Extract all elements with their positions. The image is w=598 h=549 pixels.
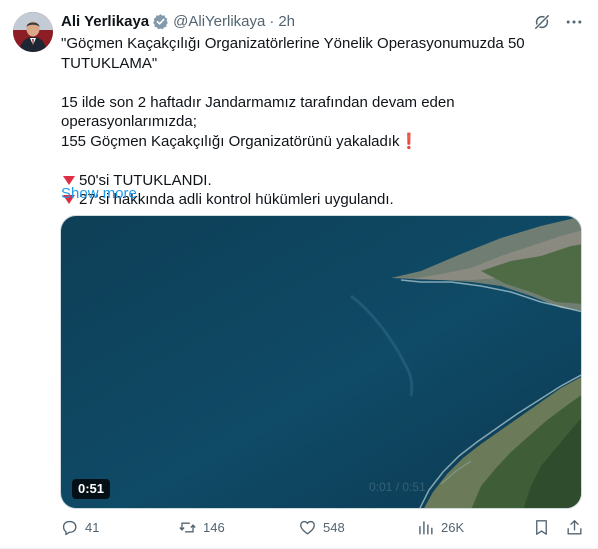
exclamation-emoji: ❗ xyxy=(399,132,419,150)
repost-button[interactable]: 146 xyxy=(178,518,225,537)
repost-count: 146 xyxy=(203,520,225,535)
like-count: 548 xyxy=(323,520,345,535)
tweet-actions-bar: 41 146 548 26K xyxy=(60,518,584,542)
tweet-paragraph-line1: 15 ilde son 2 haftadır Jandarmamız taraf… xyxy=(61,93,459,131)
tweet-text: "Göçmen Kaçakçılığı Organizatörlerine Yö… xyxy=(61,34,581,210)
bullet-row-2: 27'si hakkında adli kontrol hükümleri uy… xyxy=(61,190,581,210)
bookmark-icon xyxy=(536,520,547,535)
red-triangle-icon xyxy=(63,175,75,185)
tweet-paragraph-quote: "Göçmen Kaçakçılığı Organizatörlerine Yö… xyxy=(61,35,529,72)
reply-icon xyxy=(62,520,77,536)
avatar-image xyxy=(13,12,53,52)
reply-count: 41 xyxy=(85,520,100,535)
share-button[interactable] xyxy=(565,518,584,537)
tweet-paragraph-line2-row: 155 Göçmen Kaçakçılığı Organizatörünü ya… xyxy=(61,132,581,152)
reply-button[interactable]: 41 xyxy=(60,518,99,537)
bookmark-button[interactable] xyxy=(532,518,551,537)
video-progress-watermark: 0:01 / 0:51 xyxy=(369,480,426,494)
share-icon xyxy=(567,520,582,535)
author-name[interactable]: Ali Yerlikaya xyxy=(61,13,149,30)
bullet-row-1: 50'si TUTUKLANDI. xyxy=(61,171,581,191)
like-icon xyxy=(300,520,315,535)
views-button[interactable]: 26K xyxy=(416,518,464,537)
video-thumbnail xyxy=(61,216,581,508)
separator-dot: · xyxy=(269,12,275,30)
repost-icon xyxy=(179,522,196,533)
show-more-link[interactable]: Show more xyxy=(61,185,137,202)
video-duration: 0:51 xyxy=(72,479,111,499)
tweet: Ali Yerlikaya @AliYerlikaya · 2h "Göçmen… xyxy=(0,0,598,549)
tweet-paragraph-line2: 155 Göçmen Kaçakçılığı Organizatörünü ya… xyxy=(61,132,400,150)
views-icon xyxy=(419,521,433,535)
views-count: 26K xyxy=(441,520,465,535)
author-handle[interactable]: @AliYerlikaya xyxy=(173,13,265,30)
tweet-header: Ali Yerlikaya @AliYerlikaya · 2h xyxy=(61,10,295,32)
more-options-icon[interactable] xyxy=(564,12,584,32)
timestamp[interactable]: 2h xyxy=(278,13,295,30)
verified-badge-icon xyxy=(152,13,169,30)
like-button[interactable]: 548 xyxy=(298,518,345,537)
avatar[interactable] xyxy=(13,12,53,52)
tweet-top-actions xyxy=(532,12,584,32)
grok-icon[interactable] xyxy=(532,12,552,32)
video-player[interactable]: 0:51 0:01 / 0:51 xyxy=(60,215,582,509)
